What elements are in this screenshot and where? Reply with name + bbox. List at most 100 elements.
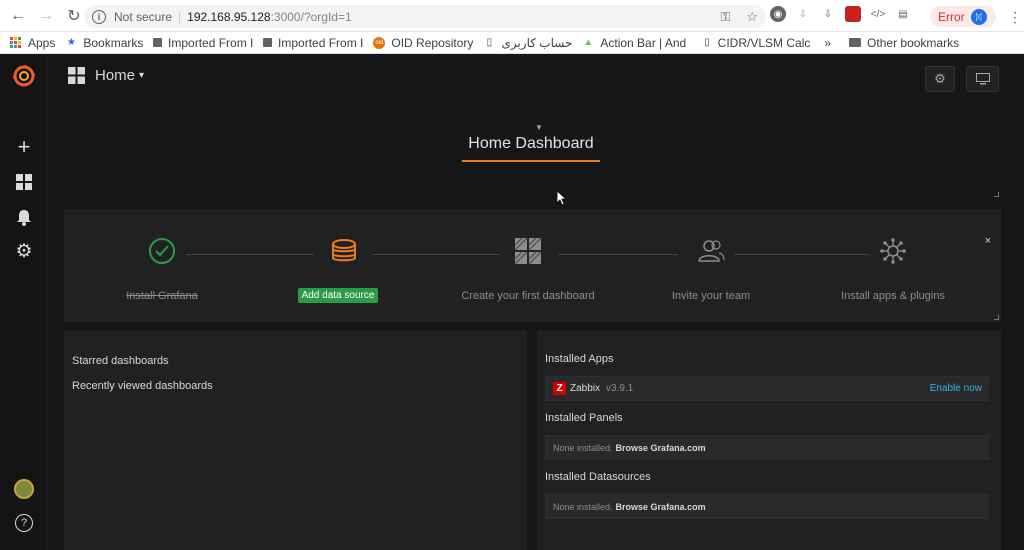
help-icon[interactable]: ? (12, 511, 36, 535)
alerting-bell-icon[interactable] (12, 205, 36, 229)
folder-icon (849, 38, 862, 47)
android-icon: ▲ (583, 37, 594, 48)
dashboards-icon[interactable] (12, 170, 36, 194)
monitor-icon (975, 73, 990, 85)
app-row-zabbix[interactable]: Z Zabbix v3.9.1 Enable now (545, 376, 989, 401)
resize-handle[interactable] (994, 315, 999, 320)
bookmark-label: Action Bar | And (600, 35, 687, 50)
panels-none-row: None installed. Browse Grafana.com (545, 435, 989, 460)
url-host: 192.168.95.128 (187, 9, 271, 24)
app-version: v3.9.1 (606, 383, 634, 394)
not-secure-label: Not secure (114, 9, 173, 24)
grafana-logo-icon[interactable] (12, 64, 36, 88)
bookmark-bookmarks[interactable]: ★ Bookmarks (65, 35, 144, 50)
dashboard-picker[interactable]: Home ▾ (68, 67, 144, 84)
row-collapse-icon[interactable]: ▼ (535, 123, 543, 132)
browser-menu-icon[interactable]: ⋮ (1008, 9, 1022, 26)
settings-gear-button[interactable]: ⚙ (925, 66, 955, 92)
installed-datasources-heading: Installed Datasources (545, 471, 651, 483)
home-title: Home (95, 67, 136, 84)
key-icon[interactable]: ⚿ (720, 9, 730, 25)
bookmark-apps[interactable]: Apps (10, 36, 55, 50)
bookmark-oid[interactable]: oid OID Repository (373, 36, 473, 50)
bookmark-account[interactable]: ▯ حساب کاربری (483, 35, 573, 50)
none-installed-text: None installed. (553, 501, 613, 512)
dashboard-title: Home Dashboard (462, 135, 600, 162)
code-icon[interactable]: </> (870, 6, 886, 22)
bookmark-imported-2[interactable]: Imported From I (263, 36, 363, 50)
download-icon[interactable]: ⇩ (820, 6, 836, 22)
add-data-source-button[interactable]: Add data source (298, 288, 378, 303)
recent-dashboards-heading: Recently viewed dashboards (72, 380, 213, 392)
none-installed-text: None installed. (553, 442, 613, 453)
bookmark-label: Imported From I (278, 35, 364, 50)
reload-icon[interactable]: ↻ (62, 4, 86, 28)
extension-red-icon[interactable] (845, 6, 861, 22)
bookmark-label: CIDR/VLSM Calc (717, 35, 811, 50)
installed-panels-heading: Installed Panels (545, 412, 623, 424)
bookmark-label: حساب کاربری (501, 35, 573, 50)
bookmark-label: Bookmarks (83, 35, 144, 50)
step-add-data-source: Add data source (264, 235, 424, 303)
profile-error-button[interactable]: Error ᛞ (930, 6, 996, 27)
plugins-hub-icon (880, 238, 906, 264)
star-icon: ★ (66, 37, 76, 48)
bookmark-action-bar[interactable]: ▲ Action Bar | And (582, 36, 692, 50)
app-name: Zabbix (570, 383, 601, 394)
extensions-area: ◉ ⇩ ⇩ </> ▤ (770, 6, 911, 22)
page-extension-icon[interactable]: ▤ (895, 6, 911, 22)
sidebar: + ⚙ ? (0, 55, 47, 550)
users-icon (698, 240, 725, 262)
check-circle-icon (149, 238, 175, 264)
folder-icon (153, 38, 163, 47)
create-plus-icon[interactable]: + (12, 134, 36, 159)
chevron-down-icon: ▾ (139, 70, 145, 81)
dashboard-navbar: Home ▾ ⚙ (48, 55, 1024, 103)
page-icon: ▯ (486, 37, 493, 48)
datasources-none-row: None installed. Browse Grafana.com (545, 494, 989, 519)
browser-toolbar: ← → ↻ i Not secure | 192.168.95.128 :300… (0, 0, 1024, 32)
url-path: :3000/?orgId=1 (270, 9, 352, 24)
dashboard-grid-icon (68, 67, 85, 84)
step-label[interactable]: Install apps & plugins (813, 290, 973, 302)
step-label[interactable]: Create your first dashboard (448, 290, 608, 302)
apps-grid-icon (10, 36, 22, 49)
forward-arrow-icon[interactable]: → (34, 4, 58, 28)
bookmark-label: OID Repository (391, 35, 474, 50)
step-label[interactable]: Invite your team (631, 290, 791, 302)
step-install-apps: Install apps & plugins (813, 235, 973, 302)
address-bar[interactable]: i Not secure | 192.168.95.128 :3000/?org… (84, 5, 766, 28)
error-label: Error (938, 9, 965, 24)
profile-avatar-icon: ᛞ (970, 8, 987, 25)
tv-mode-button[interactable] (966, 66, 999, 92)
browse-grafana-link[interactable]: Browse Grafana.com (616, 502, 706, 512)
download-arrow-icon[interactable]: ⇩ (795, 6, 811, 22)
resize-handle[interactable] (994, 192, 999, 197)
bookmark-label: Imported From I (168, 35, 254, 50)
back-arrow-icon[interactable]: ← (6, 4, 30, 28)
getting-started-panel: Install Grafana Add data source Create y… (64, 209, 1001, 322)
starred-dashboards-heading: Starred dashboards (72, 355, 169, 367)
extension-icon[interactable]: ◉ (770, 6, 786, 22)
bookmark-star-icon[interactable]: ☆ (746, 9, 758, 25)
dashboard-list-panel: Starred dashboards Recently viewed dashb… (64, 331, 527, 550)
configuration-gear-icon[interactable]: ⚙ (12, 239, 36, 263)
enable-now-link[interactable]: Enable now (930, 383, 982, 394)
bookmark-cidr[interactable]: ▯ CIDR/VLSM Calc (702, 36, 810, 50)
browse-grafana-link[interactable]: Browse Grafana.com (616, 443, 706, 453)
mouse-cursor-icon (557, 191, 567, 206)
step-label: Install Grafana (126, 290, 198, 302)
other-bookmarks-label: Other bookmarks (867, 35, 960, 50)
main-content: Home ▾ ⚙ ▼ Home Dashboard Install Grafan… (48, 55, 1024, 550)
folder-icon (263, 38, 273, 47)
other-bookmarks[interactable]: Other bookmarks (849, 36, 959, 50)
close-icon[interactable]: × (985, 235, 991, 247)
bookmarks-overflow[interactable]: » (824, 36, 831, 50)
database-icon (332, 239, 356, 262)
step-install-grafana: Install Grafana (82, 235, 242, 302)
user-avatar[interactable] (12, 477, 36, 501)
bookmark-imported-1[interactable]: Imported From I (153, 36, 253, 50)
address-separator: | (178, 9, 182, 24)
bookmarks-bar: Apps ★ Bookmarks Imported From I Importe… (0, 32, 1024, 54)
info-icon[interactable]: i (92, 9, 106, 24)
